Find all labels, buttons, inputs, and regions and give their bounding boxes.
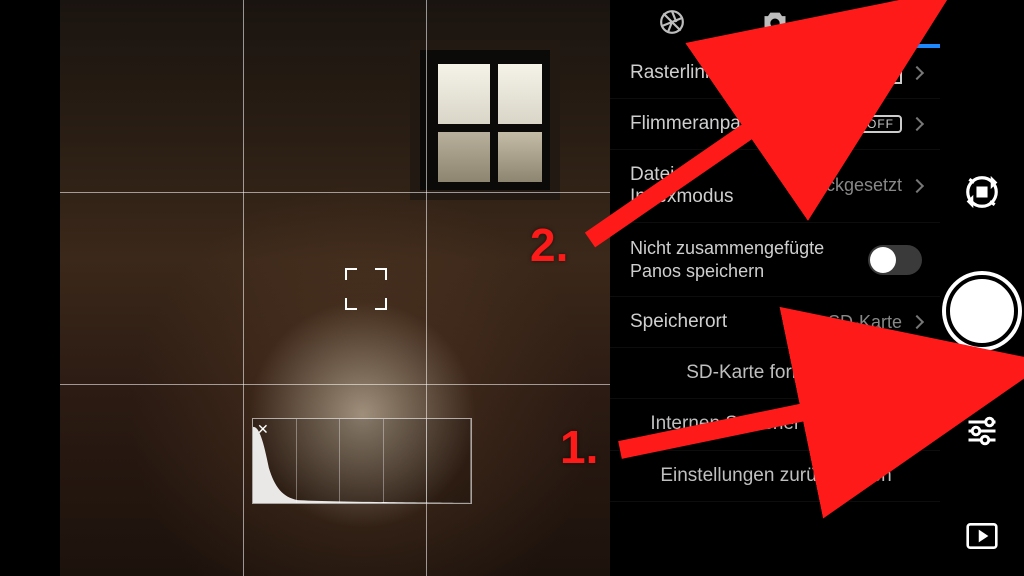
scene-window bbox=[410, 40, 560, 200]
camera-viewfinder[interactable]: ✕ bbox=[60, 0, 610, 576]
chevron-right-icon bbox=[910, 66, 924, 80]
row-reset-settings[interactable]: Einstellungen zurücksetzen bbox=[610, 451, 940, 502]
active-tab-indicator bbox=[830, 44, 940, 48]
row-flicker[interactable]: Flimmeranpassung OFF bbox=[610, 99, 940, 150]
grid-icon bbox=[868, 62, 902, 84]
row-unstitched-panos[interactable]: Nicht zusammengefügte Panos speichern bbox=[610, 223, 940, 297]
switch-mode-button[interactable] bbox=[960, 170, 1004, 214]
row-format-sd[interactable]: SD-Karte formatieren bbox=[610, 348, 940, 399]
row-label: Internen Speicher formatieren bbox=[650, 413, 901, 436]
chevron-right-icon bbox=[910, 315, 924, 329]
row-label: Rasterlinien bbox=[630, 62, 868, 84]
gear-icon bbox=[865, 9, 891, 35]
annotation-number-2: 2. bbox=[530, 218, 568, 272]
camera-control-strip bbox=[940, 0, 1024, 576]
toggle-off[interactable] bbox=[868, 245, 922, 275]
histogram-overlay[interactable]: ✕ bbox=[252, 418, 472, 504]
row-format-internal[interactable]: Internen Speicher formatieren bbox=[610, 399, 940, 451]
off-badge: OFF bbox=[859, 115, 902, 133]
row-label: Speicherort bbox=[630, 311, 828, 333]
aperture-icon bbox=[659, 9, 685, 35]
shutter-button[interactable] bbox=[946, 275, 1018, 347]
camera-icon bbox=[761, 10, 789, 34]
row-label: Einstellungen zurücksetzen bbox=[660, 465, 891, 487]
tab-settings[interactable] bbox=[827, 0, 930, 44]
playback-button[interactable] bbox=[960, 514, 1004, 558]
row-value: Zurückgesetzt bbox=[789, 176, 902, 196]
row-label: Datei-Indexmodus bbox=[630, 164, 789, 208]
tab-aperture[interactable] bbox=[620, 0, 723, 44]
row-value: SD-Karte bbox=[828, 312, 902, 333]
adjust-sliders-button[interactable] bbox=[960, 409, 1004, 453]
settings-panel: Rasterlinien Flimmeranpassung OFF Datei-… bbox=[610, 0, 940, 576]
row-label: Nicht zusammengefügte Panos speichern bbox=[630, 237, 868, 282]
switch-mode-icon bbox=[963, 173, 1001, 211]
chevron-right-icon bbox=[910, 117, 924, 131]
playback-icon bbox=[966, 523, 998, 549]
tab-camera[interactable] bbox=[723, 0, 826, 44]
row-label: Flimmeranpassung bbox=[630, 113, 859, 135]
annotation-number-1: 1. bbox=[560, 420, 598, 474]
chevron-right-icon bbox=[910, 179, 924, 193]
focus-bracket bbox=[345, 268, 387, 310]
row-index-mode[interactable]: Datei-Indexmodus Zurückgesetzt bbox=[610, 150, 940, 223]
row-storage-location[interactable]: Speicherort SD-Karte bbox=[610, 297, 940, 348]
row-gridlines[interactable]: Rasterlinien bbox=[610, 48, 940, 99]
sliders-icon bbox=[964, 413, 1000, 449]
row-label: SD-Karte formatieren bbox=[686, 362, 866, 384]
